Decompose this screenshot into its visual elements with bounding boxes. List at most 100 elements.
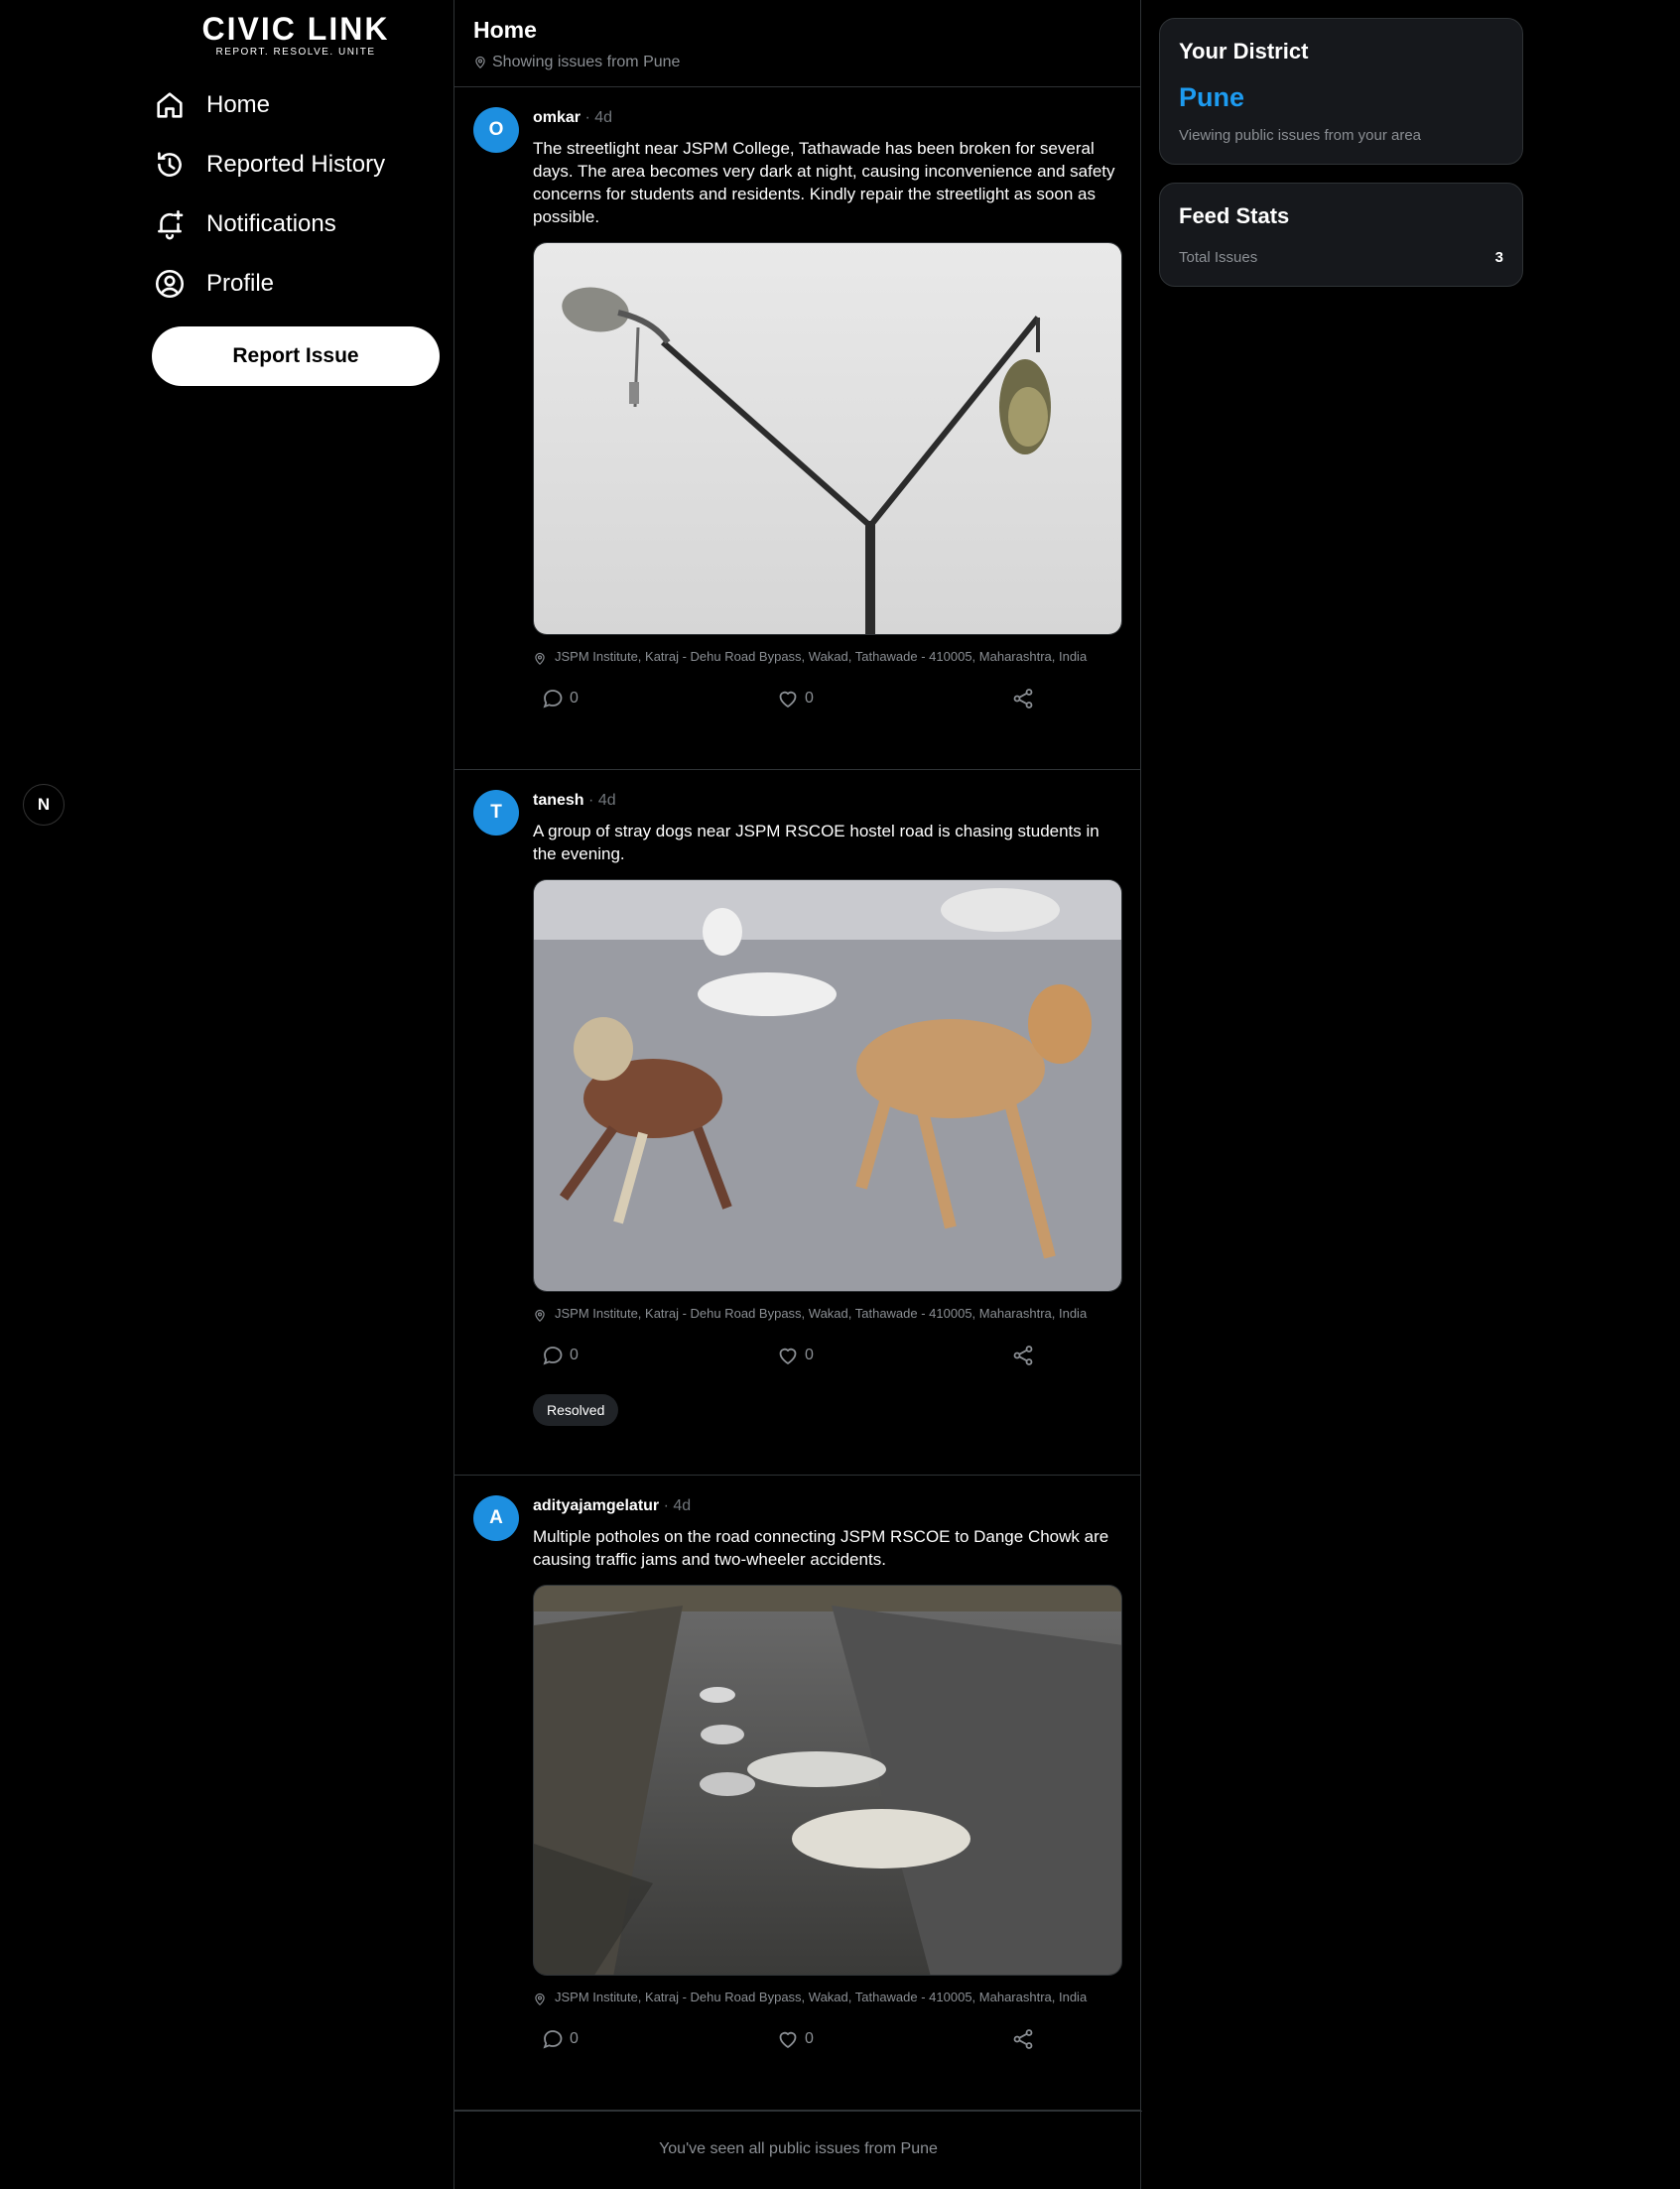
share-button[interactable] [1011, 1344, 1040, 1367]
feed-header: Home Showing issues from Pune [454, 0, 1140, 87]
comment-icon [543, 690, 563, 708]
comment-count: 0 [570, 1347, 579, 1363]
post-meta: omkar · 4d [533, 109, 1122, 129]
meta-separator: · [588, 792, 594, 809]
map-pin-icon [535, 1309, 545, 1323]
like-count: 0 [805, 1347, 814, 1363]
page-title: Home [473, 17, 537, 43]
post-card[interactable]: A adityajamgelatur · 4d Multiple pothole… [454, 1476, 1140, 2111]
meta-separator: · [663, 1497, 669, 1514]
heart-icon [779, 1348, 797, 1364]
map-pin-icon [475, 56, 485, 69]
post-location: JSPM Institute, Katraj - Dehu Road Bypas… [533, 1989, 1122, 2006]
post-actions: 0 0 [533, 1344, 1122, 1371]
district-card-title: Your District [1179, 39, 1309, 64]
right-sidebar: Your District Pune Viewing public issues… [1159, 18, 1523, 305]
nav-label-home: Home [206, 91, 271, 118]
nav-item-home[interactable]: Home [149, 75, 385, 135]
main-nav: Home Reported History Notifications Prof… [149, 75, 385, 314]
like-count: 0 [805, 690, 814, 707]
comment-icon [543, 1347, 563, 1365]
share-icon [1013, 1346, 1033, 1365]
main-feed: Home Showing issues from Pune O omkar · … [453, 0, 1142, 2189]
post-text: Multiple potholes on the road connecting… [533, 1527, 1109, 1569]
post-username[interactable]: omkar [533, 109, 581, 126]
avatar[interactable]: O [473, 107, 519, 153]
stat-value: 3 [1494, 249, 1503, 266]
district-subtitle: Viewing public issues from your area [1179, 127, 1422, 144]
post-meta: tanesh · 4d [533, 792, 1122, 812]
comment-count: 0 [570, 690, 579, 707]
post-username[interactable]: adityajamgelatur [533, 1497, 659, 1514]
home-icon [157, 92, 183, 118]
post-time: 4d [673, 1497, 692, 1514]
logo-tagline: REPORT. RESOLVE. UNITE [215, 47, 376, 58]
feed-end-message: You've seen all public issues from Pune [454, 2111, 1142, 2189]
post-location: JSPM Institute, Katraj - Dehu Road Bypas… [533, 648, 1122, 666]
nav-item-profile[interactable]: Profile [149, 254, 385, 314]
post-username[interactable]: tanesh [533, 792, 584, 809]
district-card: Your District Pune Viewing public issues… [1159, 18, 1523, 165]
meta-separator: · [584, 109, 590, 126]
post-actions: 0 0 [533, 687, 1122, 714]
location-text: JSPM Institute, Katraj - Dehu Road Bypas… [555, 1990, 1088, 2004]
map-pin-icon [535, 1993, 545, 2006]
logo[interactable]: CIVIC LINK REPORT. RESOLVE. UNITE [152, 12, 440, 58]
post-body: omkar · 4d The streetlight near JSPM Col… [533, 109, 1122, 714]
post-actions: 0 0 [533, 2027, 1122, 2055]
avatar[interactable]: T [473, 790, 519, 836]
location-text: JSPM Institute, Katraj - Dehu Road Bypas… [555, 649, 1088, 664]
feed-location-subtitle: Showing issues from Pune [473, 54, 1140, 71]
logo-title: CIVIC LINK [201, 11, 390, 47]
post-body: tanesh · 4d A group of stray dogs near J… [533, 792, 1122, 1426]
post-time: 4d [597, 792, 616, 809]
comment-button[interactable]: 0 [541, 687, 579, 710]
like-button[interactable]: 0 [776, 687, 814, 710]
feed-end-text: You've seen all public issues from Pune [659, 2140, 938, 2157]
feed-stats-title: Feed Stats [1179, 203, 1290, 228]
location-text: JSPM Institute, Katraj - Dehu Road Bypas… [555, 1306, 1088, 1321]
nav-item-reported-history[interactable]: Reported History [149, 135, 385, 194]
nav-item-notifications[interactable]: Notifications [149, 194, 385, 254]
stray-dogs-photo[interactable] [533, 879, 1122, 1292]
post-body: adityajamgelatur · 4d Multiple potholes … [533, 1497, 1122, 2055]
feed-subtitle-text: Showing issues from Pune [492, 54, 681, 70]
report-issue-button[interactable]: Report Issue [152, 326, 440, 386]
potholes-road-photo[interactable] [533, 1585, 1122, 1976]
post-card[interactable]: T tanesh · 4d A group of stray dogs near… [454, 770, 1140, 1476]
nav-label-notifications: Notifications [206, 210, 336, 237]
comment-icon [543, 2030, 563, 2049]
like-count: 0 [805, 2030, 814, 2047]
comment-count: 0 [570, 2030, 579, 2047]
avatar[interactable]: A [473, 1495, 519, 1541]
map-pin-icon [535, 652, 545, 666]
nav-label-profile: Profile [206, 270, 275, 297]
status-badge: Resolved [533, 1394, 619, 1426]
stat-row-total-issues: Total Issues 3 [1179, 249, 1503, 266]
next-dev-badge[interactable]: N [23, 784, 65, 826]
district-name: Pune [1179, 82, 1245, 112]
heart-icon [779, 2031, 797, 2048]
feed-stats-card: Feed Stats Total Issues 3 [1159, 183, 1523, 287]
post-text: A group of stray dogs near JSPM RSCOE ho… [533, 822, 1099, 863]
comment-button[interactable]: 0 [541, 2027, 579, 2051]
share-button[interactable] [1011, 687, 1040, 710]
comment-button[interactable]: 0 [541, 1344, 579, 1367]
history-icon [158, 152, 182, 177]
like-button[interactable]: 0 [776, 2027, 814, 2051]
share-icon [1013, 689, 1033, 708]
user-circle-icon [155, 269, 185, 299]
post-time: 4d [594, 109, 613, 126]
post-location: JSPM Institute, Katraj - Dehu Road Bypas… [533, 1305, 1122, 1323]
stat-label: Total Issues [1179, 249, 1258, 266]
broken-streetlight-photo[interactable] [533, 242, 1122, 635]
like-button[interactable]: 0 [776, 1344, 814, 1367]
bell-plus-icon [158, 209, 184, 240]
share-button[interactable] [1011, 2027, 1040, 2051]
share-icon [1013, 2029, 1033, 2049]
post-text: The streetlight near JSPM College, Tatha… [533, 139, 1115, 226]
post-meta: adityajamgelatur · 4d [533, 1497, 1122, 1517]
nav-label-reported-history: Reported History [206, 151, 386, 178]
post-card[interactable]: O omkar · 4d The streetlight near JSPM C… [454, 87, 1140, 770]
left-sidebar: CIVIC LINK REPORT. RESOLVE. UNITE Home R… [0, 0, 453, 2189]
